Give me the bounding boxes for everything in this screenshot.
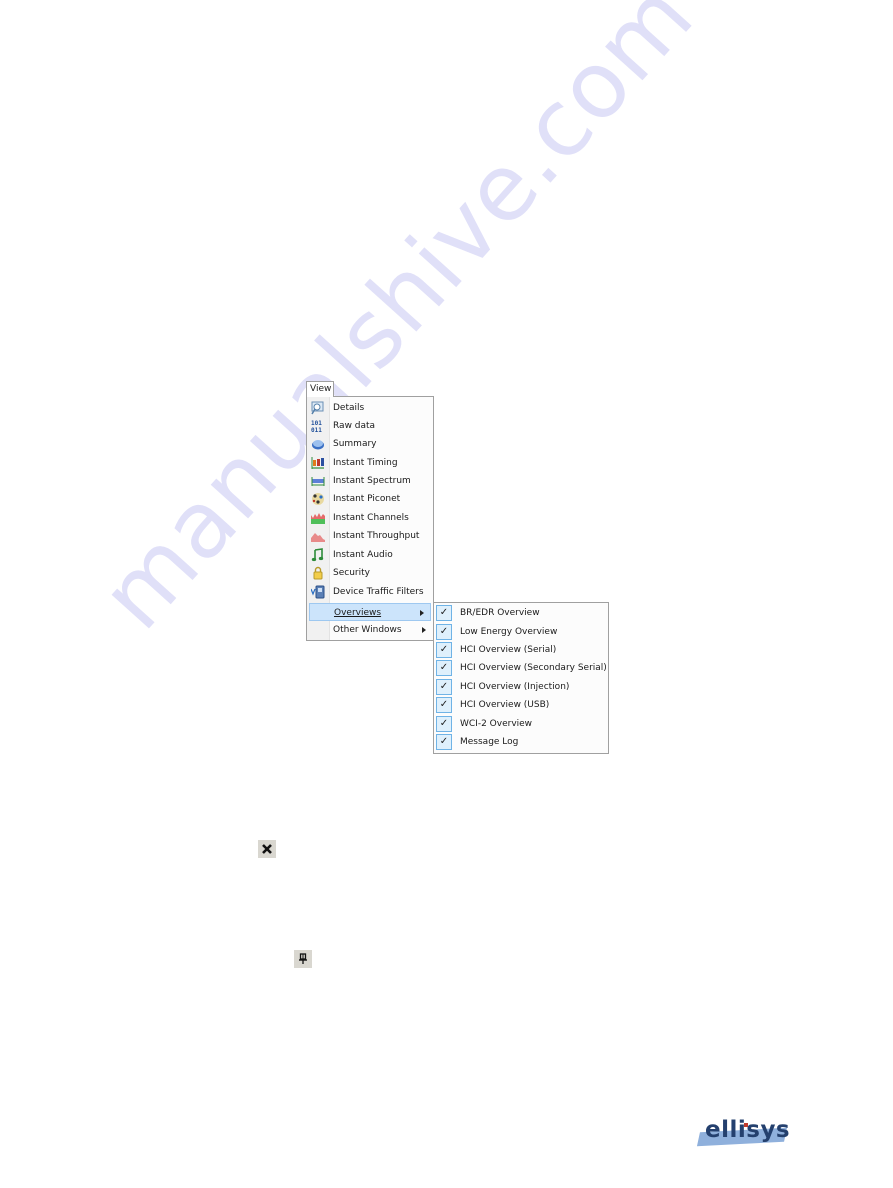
menu-item-security[interactable]: Security (308, 564, 432, 582)
padlock-icon (313, 566, 323, 580)
overviews-submenu: ✓ BR/EDR Overview ✓ Low Energy Overview … (433, 602, 609, 754)
submenu-item-hci-overview-serial[interactable]: ✓ HCI Overview (Serial) (435, 641, 607, 659)
ellisys-logo: ellisys (696, 1117, 791, 1149)
menu-item-label: Instant Audio (333, 550, 393, 560)
pushpin-icon (299, 953, 307, 964)
logo-text: ellisys (705, 1117, 791, 1143)
checkmark-icon: ✓ (436, 734, 452, 750)
menu-item-device-traffic-filters[interactable]: Device Traffic Filters (308, 583, 432, 601)
pin-button[interactable] (294, 950, 312, 968)
submenu-item-hci-overview-secondary-serial[interactable]: ✓ HCI Overview (Secondary Serial) (435, 659, 607, 677)
device-filter-icon (311, 585, 325, 599)
menu-item-instant-spectrum[interactable]: Instant Spectrum (308, 472, 432, 490)
menu-item-instant-piconet[interactable]: Instant Piconet (308, 490, 432, 508)
menu-item-label: Instant Piconet (333, 494, 401, 504)
music-note-icon (311, 548, 324, 562)
submenu-item-label: HCI Overview (USB) (460, 700, 550, 710)
raw-data-binary-icon: 101 011 (311, 420, 322, 433)
checkmark-icon: ✓ (436, 697, 452, 713)
close-x-icon (262, 844, 272, 854)
checkmark-icon: ✓ (436, 660, 452, 676)
instant-throughput-icon (311, 533, 325, 542)
logo-dot (744, 1123, 748, 1127)
menu-item-instant-throughput[interactable]: Instant Throughput (308, 527, 432, 545)
menu-item-label: Instant Throughput (333, 531, 420, 541)
submenu-item-br-edr-overview[interactable]: ✓ BR/EDR Overview (435, 604, 607, 622)
checkmark-icon: ✓ (436, 679, 452, 695)
menu-item-label: Raw data (333, 421, 376, 431)
instant-spectrum-icon (311, 477, 325, 486)
menu-item-label: Other Windows (333, 625, 402, 635)
submenu-item-low-energy-overview[interactable]: ✓ Low Energy Overview (435, 623, 607, 641)
menu-item-label: Summary (333, 439, 377, 449)
checkmark-icon: ✓ (436, 624, 452, 640)
submenu-arrow-icon (420, 610, 424, 616)
submenu-item-label: HCI Overview (Serial) (460, 645, 557, 655)
menu-item-instant-audio[interactable]: Instant Audio (308, 546, 432, 564)
instant-timing-icon (311, 457, 324, 469)
menu-item-instant-channels[interactable]: Instant Channels (308, 509, 432, 527)
instant-channels-icon (311, 513, 325, 524)
submenu-item-hci-overview-usb[interactable]: ✓ HCI Overview (USB) (435, 696, 607, 714)
menu-item-other-windows[interactable]: Other Windows (308, 621, 432, 639)
details-magnifier-icon (311, 401, 324, 415)
submenu-item-wci2-overview[interactable]: ✓ WCI-2 Overview (435, 715, 607, 733)
menu-item-overviews[interactable]: Overviews (309, 603, 431, 621)
menu-item-summary[interactable]: Summary (308, 435, 432, 453)
submenu-item-label: WCI-2 Overview (460, 719, 533, 729)
checkmark-icon: ✓ (436, 642, 452, 658)
submenu-item-label: HCI Overview (Injection) (460, 682, 570, 692)
menu-item-label: Instant Spectrum (333, 476, 411, 486)
menu-item-details[interactable]: Details (308, 399, 432, 417)
checkmark-icon: ✓ (436, 605, 452, 621)
menu-item-label: Instant Timing (333, 458, 398, 468)
menu-item-label: Device Traffic Filters (333, 587, 424, 597)
checkmark-icon: ✓ (436, 716, 452, 732)
submenu-item-label: Low Energy Overview (460, 627, 558, 637)
menu-item-label: Details (333, 403, 365, 413)
instant-piconet-icon (312, 493, 324, 505)
submenu-item-label: Message Log (460, 737, 519, 747)
menu-item-instant-timing[interactable]: Instant Timing (308, 454, 432, 472)
menu-item-label: Security (333, 568, 370, 578)
menu-item-label: Overviews (334, 608, 382, 618)
menu-item-label: Instant Channels (333, 513, 409, 523)
submenu-arrow-icon (422, 627, 426, 633)
svg-text:101: 101 (311, 420, 322, 427)
submenu-item-label: BR/EDR Overview (460, 608, 540, 618)
summary-disc-icon (312, 440, 324, 450)
menu-item-raw-data[interactable]: 101 011 Raw data (308, 417, 432, 435)
submenu-item-hci-overview-injection[interactable]: ✓ HCI Overview (Injection) (435, 678, 607, 696)
svg-text:011: 011 (311, 427, 322, 433)
close-button[interactable] (258, 840, 276, 858)
submenu-item-label: HCI Overview (Secondary Serial) (460, 663, 607, 673)
view-menu: Details 101 011 Raw data Summary Instant… (306, 396, 434, 641)
menu-view-tab[interactable]: View (306, 381, 334, 397)
submenu-item-message-log[interactable]: ✓ Message Log (435, 733, 607, 751)
